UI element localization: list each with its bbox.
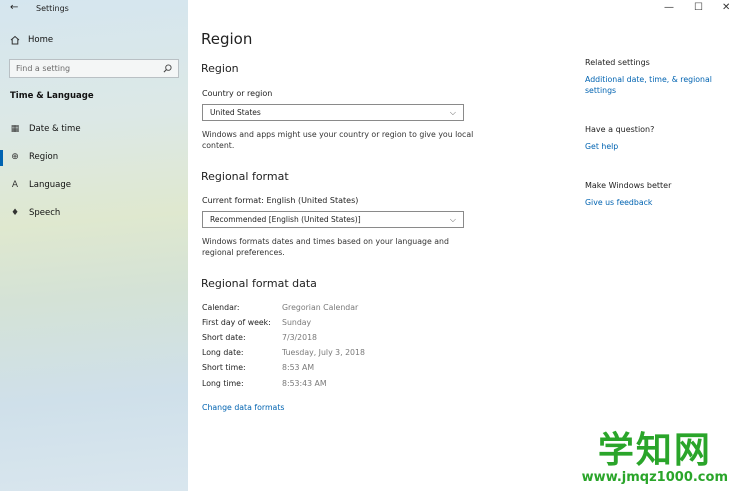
sidebar-item-speech[interactable]: ♦ Speech xyxy=(10,208,60,218)
country-dropdown[interactable]: United States ⌵ xyxy=(202,104,464,121)
country-value: United States xyxy=(210,108,261,117)
data-row-key: Short time: xyxy=(202,363,246,372)
close-button[interactable]: ✕ xyxy=(722,2,730,13)
calendar-icon: ▦ xyxy=(10,124,20,134)
watermark-url: www.jmqz1000.com xyxy=(581,470,728,485)
question-title: Have a question? xyxy=(585,125,655,134)
sidebar-item-label: Speech xyxy=(29,208,61,218)
data-row-key: Long time: xyxy=(202,379,244,388)
change-data-formats-link[interactable]: Change data formats xyxy=(202,403,284,412)
related-settings-title: Related settings xyxy=(585,58,650,67)
main-panel: — ☐ ✕ Region Region Country or region Un… xyxy=(188,0,740,491)
chevron-down-icon: ⌵ xyxy=(449,107,456,117)
microphone-icon: ♦ xyxy=(10,208,20,218)
globe-icon: ⊕ xyxy=(11,152,19,162)
back-arrow-icon[interactable]: ← xyxy=(10,2,18,13)
active-indicator xyxy=(0,150,3,166)
sidebar-item-date-time[interactable]: ▦ Date & time xyxy=(10,124,81,134)
home-label: Home xyxy=(28,35,54,45)
search-input[interactable]: Find a setting xyxy=(9,59,179,78)
format-description: Windows formats dates and times based on… xyxy=(202,237,449,257)
data-row-value: Gregorian Calendar xyxy=(282,303,359,312)
give-feedback-link[interactable]: Give us feedback xyxy=(585,198,652,207)
language-icon: A xyxy=(11,180,19,190)
get-help-link[interactable]: Get help xyxy=(585,142,618,151)
sidebar-item-language[interactable]: A Language xyxy=(10,180,71,190)
format-heading: Regional format xyxy=(201,170,289,183)
watermark-title: 学知网 xyxy=(597,430,712,471)
format-dropdown[interactable]: Recommended [English (United States)] ⌵ xyxy=(202,211,464,228)
additional-settings-link[interactable]: Additional date, time, & regional settin… xyxy=(585,74,715,96)
current-format-label: Current format: English (United States) xyxy=(202,196,359,205)
data-row-value: Tuesday, July 3, 2018 xyxy=(282,348,365,357)
chevron-down-icon: ⌵ xyxy=(449,214,456,224)
search-icon[interactable] xyxy=(163,64,172,73)
data-row-key: Long date: xyxy=(202,348,244,357)
minimize-button[interactable]: — xyxy=(664,2,674,13)
make-windows-better-title: Make Windows better xyxy=(585,181,672,190)
data-row-key: First day of week: xyxy=(202,318,271,327)
watermark: 学知网 www.jmqz1000.com xyxy=(582,431,728,485)
search-placeholder: Find a setting xyxy=(16,64,71,73)
data-row-value: 8:53:43 AM xyxy=(282,379,327,388)
region-heading: Region xyxy=(201,62,239,75)
home-icon xyxy=(10,35,20,45)
sidebar-item-label: Region xyxy=(29,152,59,162)
format-value: Recommended [English (United States)] xyxy=(210,215,361,224)
sidebar: ← Settings Home Find a setting Time & La… xyxy=(0,0,188,491)
country-description: Windows and apps might use your country … xyxy=(202,130,474,150)
sidebar-item-label: Language xyxy=(29,180,71,190)
data-row-value: 8:53 AM xyxy=(282,363,315,372)
sidebar-item-label: Date & time xyxy=(29,124,81,134)
sidebar-item-region[interactable]: ⊕ Region xyxy=(10,152,58,162)
data-heading: Regional format data xyxy=(201,277,317,290)
page-title: Region xyxy=(201,30,253,48)
data-row-value: Sunday xyxy=(282,318,312,327)
maximize-button[interactable]: ☐ xyxy=(694,2,703,13)
data-row-key: Short date: xyxy=(202,333,246,342)
window-title: Settings xyxy=(36,4,69,13)
data-row-value: 7/3/2018 xyxy=(282,333,318,342)
country-label: Country or region xyxy=(202,89,273,98)
data-row-key: Calendar: xyxy=(202,303,240,312)
sidebar-item-home[interactable]: Home xyxy=(10,35,53,45)
section-title: Time & Language xyxy=(10,91,94,101)
